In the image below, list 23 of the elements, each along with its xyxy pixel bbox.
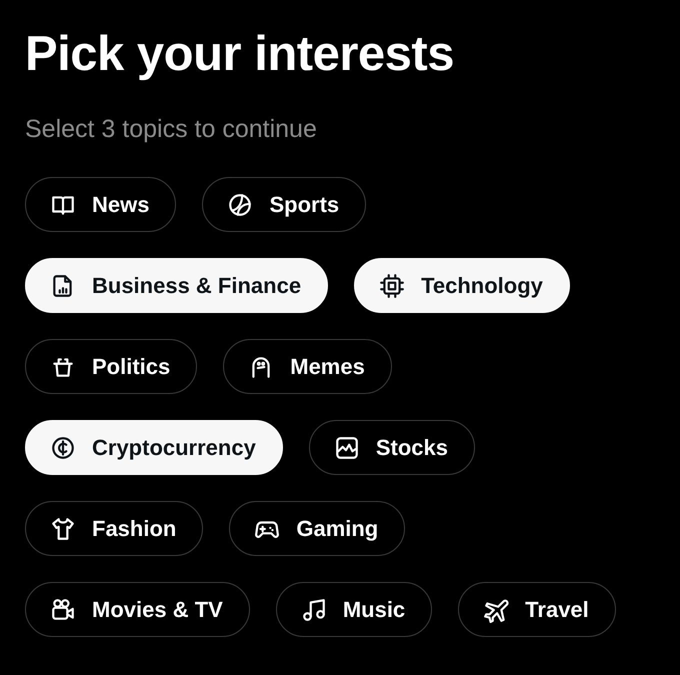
topic-button[interactable]: Fashion <box>25 501 204 556</box>
ball-icon <box>227 192 254 218</box>
topic-button[interactable]: Business & Finance <box>25 258 328 313</box>
topic-button[interactable]: Gaming <box>229 501 406 556</box>
topic-button[interactable]: News <box>25 177 176 232</box>
topic-button[interactable]: Memes <box>223 339 392 394</box>
topic-button[interactable]: Technology <box>354 258 570 313</box>
shirt-icon <box>50 516 76 542</box>
page-title: Pick your interests <box>25 30 455 79</box>
chip-icon <box>379 272 406 298</box>
topic-button[interactable]: Music <box>276 582 432 637</box>
topic-button[interactable]: Sports <box>202 177 366 232</box>
chart-icon <box>334 434 360 460</box>
subtitle: Select 3 topics to continue <box>25 117 318 142</box>
music-note-icon <box>300 596 327 622</box>
coin-icon <box>50 434 76 460</box>
topic-button[interactable]: Stocks <box>308 420 475 475</box>
topic-button[interactable]: Travel <box>458 582 616 637</box>
video-camera-icon <box>50 596 76 622</box>
airplane-icon <box>483 596 510 622</box>
topic-button[interactable]: Movies & TV <box>25 582 250 637</box>
topic-button[interactable]: Politics <box>25 339 198 394</box>
topic-button[interactable]: Cryptocurrency <box>25 420 283 475</box>
